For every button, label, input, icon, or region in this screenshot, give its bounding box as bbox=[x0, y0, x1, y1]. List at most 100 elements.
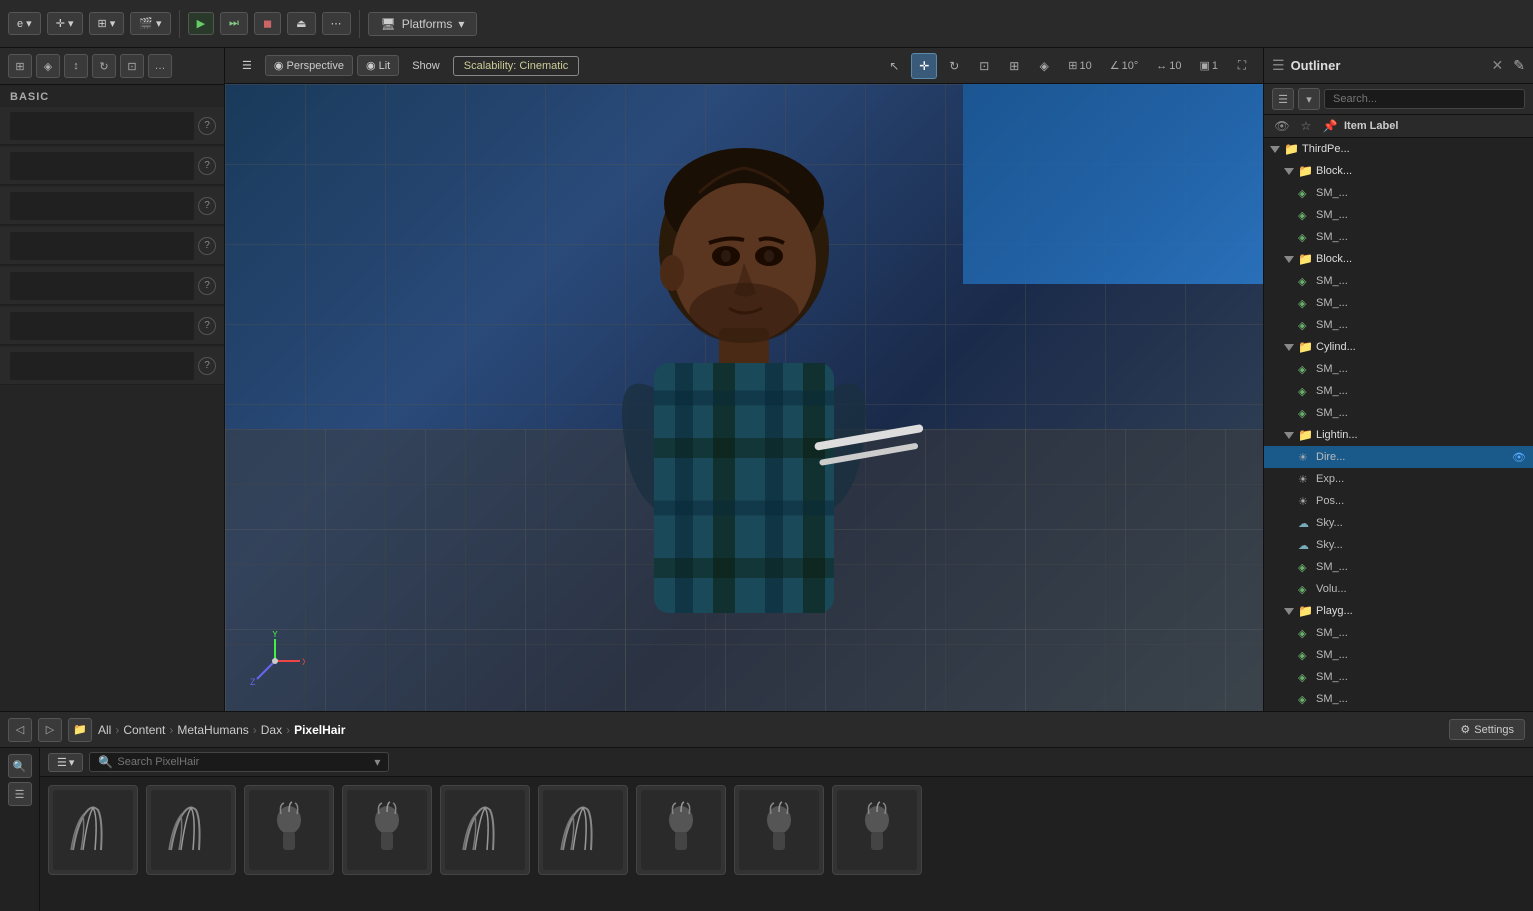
surface-snapping-btn[interactable]: ◈ bbox=[1031, 53, 1057, 79]
asset-thumbnail[interactable] bbox=[342, 785, 432, 875]
more-tools-btn[interactable]: … bbox=[148, 54, 172, 78]
help-icon-5[interactable]: ? bbox=[198, 277, 216, 295]
stop-button[interactable]: ◼ bbox=[254, 12, 281, 35]
asset-thumbnail[interactable] bbox=[832, 785, 922, 875]
outline-item[interactable]: ◈ SM_... bbox=[1264, 204, 1533, 226]
show-btn[interactable]: Show bbox=[403, 56, 449, 76]
lit-btn[interactable]: ◉ Lit bbox=[357, 55, 399, 76]
help-icon-4[interactable]: ? bbox=[198, 237, 216, 255]
angle-snap-btn[interactable]: ∠ 10° bbox=[1103, 56, 1146, 75]
viewport-canvas[interactable]: X Y Z bbox=[225, 84, 1263, 711]
perspective-btn[interactable]: ◉ Perspective bbox=[265, 55, 353, 76]
outline-item[interactable]: ◈ SM_... bbox=[1264, 402, 1533, 424]
outline-item[interactable]: 📁 ThirdPe... bbox=[1264, 138, 1533, 160]
move-icon-btn[interactable]: ↕ bbox=[64, 54, 88, 78]
outline-item[interactable]: ☀ Exp... bbox=[1264, 468, 1533, 490]
outline-item[interactable]: ◈ SM_... bbox=[1264, 358, 1533, 380]
outline-item[interactable]: ◈ Volu... bbox=[1264, 578, 1533, 600]
more-options-button[interactable]: ⋯ bbox=[322, 12, 351, 35]
outline-item[interactable]: ☁ Sky... bbox=[1264, 534, 1533, 556]
asset-thumbnail[interactable] bbox=[244, 785, 334, 875]
breadcrumb-content[interactable]: Content bbox=[123, 723, 165, 737]
filter-icon-btn[interactable]: ☰ bbox=[8, 782, 32, 806]
panel-item-input-3[interactable] bbox=[10, 192, 194, 220]
browser-nav-forward[interactable]: ▷ bbox=[38, 718, 62, 742]
panel-item-input-6[interactable] bbox=[10, 312, 194, 340]
outline-item[interactable]: ☁ Sky... bbox=[1264, 512, 1533, 534]
hamburger-menu-btn[interactable]: ☰ bbox=[233, 55, 261, 76]
outline-item[interactable]: ◈ SM_... bbox=[1264, 380, 1533, 402]
outline-item[interactable]: ◈ SM_... bbox=[1264, 622, 1533, 644]
help-icon-3[interactable]: ? bbox=[198, 197, 216, 215]
rotate-btn[interactable]: ↻ bbox=[941, 53, 967, 79]
breadcrumb-root[interactable]: All bbox=[98, 723, 111, 737]
outline-item[interactable]: ◈ SM_... bbox=[1264, 644, 1533, 666]
help-icon-7[interactable]: ? bbox=[198, 357, 216, 375]
breadcrumb-dax[interactable]: Dax bbox=[261, 723, 282, 737]
search-icon-btn[interactable]: 🔍 bbox=[8, 754, 32, 778]
outline-item[interactable]: ◈ SM_... bbox=[1264, 270, 1533, 292]
panel-item-input-5[interactable] bbox=[10, 272, 194, 300]
mode-select-btn[interactable]: e ▾ bbox=[8, 12, 41, 35]
eject-button[interactable]: ⏏ bbox=[287, 12, 315, 35]
add-btn[interactable]: ✛ ▾ bbox=[47, 12, 83, 35]
platforms-button[interactable]: 🖥 Platforms ▾ bbox=[368, 12, 478, 36]
panel-item-input-4[interactable] bbox=[10, 232, 194, 260]
panel-item-input-7[interactable] bbox=[10, 352, 194, 380]
asset-thumbnail[interactable] bbox=[734, 785, 824, 875]
outliner-filter-btn[interactable]: ☰ bbox=[1272, 88, 1294, 110]
scalability-btn[interactable]: Scalability: Cinematic bbox=[453, 56, 580, 76]
outline-item[interactable]: ☀ Dire... 👁 bbox=[1264, 446, 1533, 468]
panel-item-input-2[interactable] bbox=[10, 152, 194, 180]
maximize-btn[interactable]: ⛶ bbox=[1229, 53, 1255, 79]
outline-item[interactable]: ◈ SM_... bbox=[1264, 182, 1533, 204]
outline-item[interactable]: ◈ SM_... bbox=[1264, 314, 1533, 336]
camera-btn[interactable]: ▣ 1 bbox=[1192, 56, 1225, 75]
asset-thumbnail[interactable] bbox=[48, 785, 138, 875]
scale-snap-btn[interactable]: ↔ 10 bbox=[1149, 57, 1188, 75]
breadcrumb-pixelhair[interactable]: PixelHair bbox=[294, 723, 345, 737]
play-skip-button[interactable]: ⏭ bbox=[220, 12, 248, 35]
asset-search-input[interactable] bbox=[117, 756, 374, 768]
outline-item[interactable]: 📁 Lightin... bbox=[1264, 424, 1533, 446]
outline-item[interactable]: ◈ SM_... bbox=[1264, 688, 1533, 710]
asset-thumbnail[interactable] bbox=[636, 785, 726, 875]
outline-item[interactable]: 📁 Block... bbox=[1264, 160, 1533, 182]
outline-item[interactable]: ☀ Pos... bbox=[1264, 490, 1533, 512]
world-grid-btn[interactable]: ⊞ bbox=[1001, 53, 1027, 79]
rotate-icon-btn[interactable]: ↻ bbox=[92, 54, 116, 78]
select-mode-btn[interactable]: ↖ bbox=[881, 53, 907, 79]
visibility-icon[interactable]: 👁 bbox=[1511, 449, 1527, 465]
outliner-close-btn[interactable]: ✕ bbox=[1492, 57, 1504, 74]
asset-thumbnail[interactable] bbox=[146, 785, 236, 875]
browser-nav-back[interactable]: ◁ bbox=[8, 718, 32, 742]
cinematic-btn[interactable]: 🎬 ▾ bbox=[130, 12, 170, 35]
asset-thumbnail[interactable] bbox=[440, 785, 530, 875]
help-icon-1[interactable]: ? bbox=[198, 117, 216, 135]
browser-folder-btn[interactable]: 📁 bbox=[68, 718, 92, 742]
scale-icon-btn[interactable]: ⊡ bbox=[120, 54, 144, 78]
outliner-filter-chevron[interactable]: ▾ bbox=[1298, 88, 1320, 110]
outline-item[interactable]: ◈ SM_... bbox=[1264, 556, 1533, 578]
filter-dropdown[interactable]: ☰ ▾ bbox=[48, 753, 83, 772]
modes-icon-btn[interactable]: ⊞ bbox=[8, 54, 32, 78]
grid-size-btn[interactable]: ⊞ 10 bbox=[1061, 56, 1098, 75]
help-icon-2[interactable]: ? bbox=[198, 157, 216, 175]
asset-thumbnail[interactable] bbox=[538, 785, 628, 875]
translate-btn[interactable]: ✛ bbox=[911, 53, 937, 79]
search-dropdown-icon[interactable]: ▾ bbox=[374, 755, 380, 769]
panel-item-input-1[interactable] bbox=[10, 112, 194, 140]
outline-item[interactable]: 📁 Cylind... bbox=[1264, 336, 1533, 358]
outline-item[interactable]: ◈ SM_... bbox=[1264, 226, 1533, 248]
outline-item[interactable]: 📁 Playg... bbox=[1264, 600, 1533, 622]
play-button[interactable]: ▶ bbox=[188, 12, 214, 35]
breadcrumb-metahumans[interactable]: MetaHumans bbox=[177, 723, 248, 737]
outliner-search-input[interactable] bbox=[1324, 89, 1525, 109]
outliner-pencil-btn[interactable]: ✎ bbox=[1513, 57, 1525, 74]
select-icon-btn[interactable]: ◈ bbox=[36, 54, 60, 78]
outline-item[interactable]: ◈ SM_... bbox=[1264, 666, 1533, 688]
scale-btn[interactable]: ⊡ bbox=[971, 53, 997, 79]
outline-item[interactable]: 📁 Block... bbox=[1264, 248, 1533, 270]
help-icon-6[interactable]: ? bbox=[198, 317, 216, 335]
content-browser-settings-btn[interactable]: ⚙ Settings bbox=[1449, 719, 1525, 740]
